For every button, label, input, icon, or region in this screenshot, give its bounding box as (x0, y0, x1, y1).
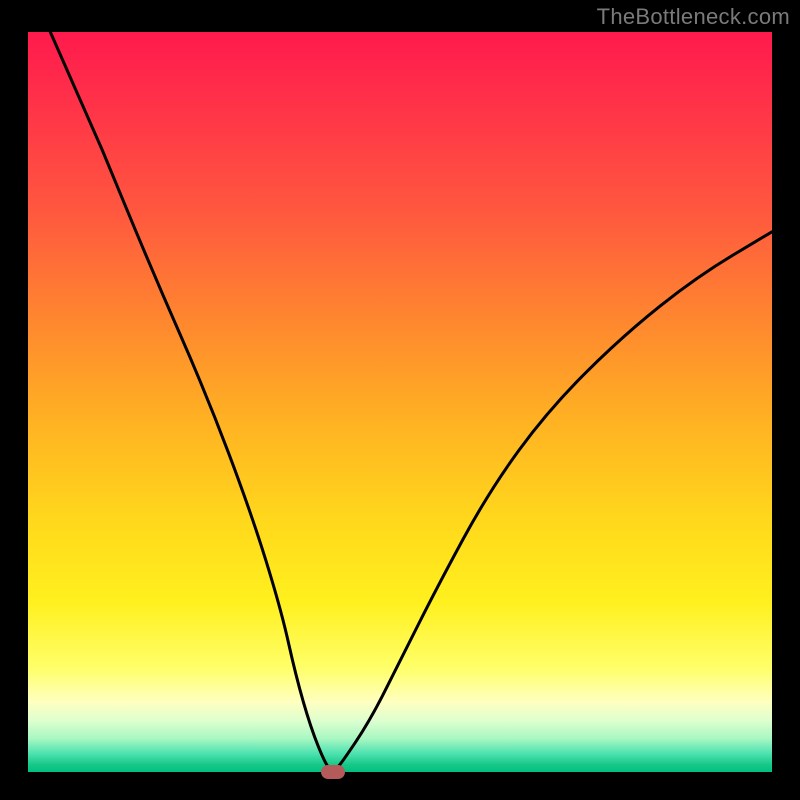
optimum-marker (321, 765, 345, 779)
chart-frame: TheBottleneck.com (0, 0, 800, 800)
watermark-text: TheBottleneck.com (597, 4, 790, 30)
plot-area (28, 32, 772, 772)
